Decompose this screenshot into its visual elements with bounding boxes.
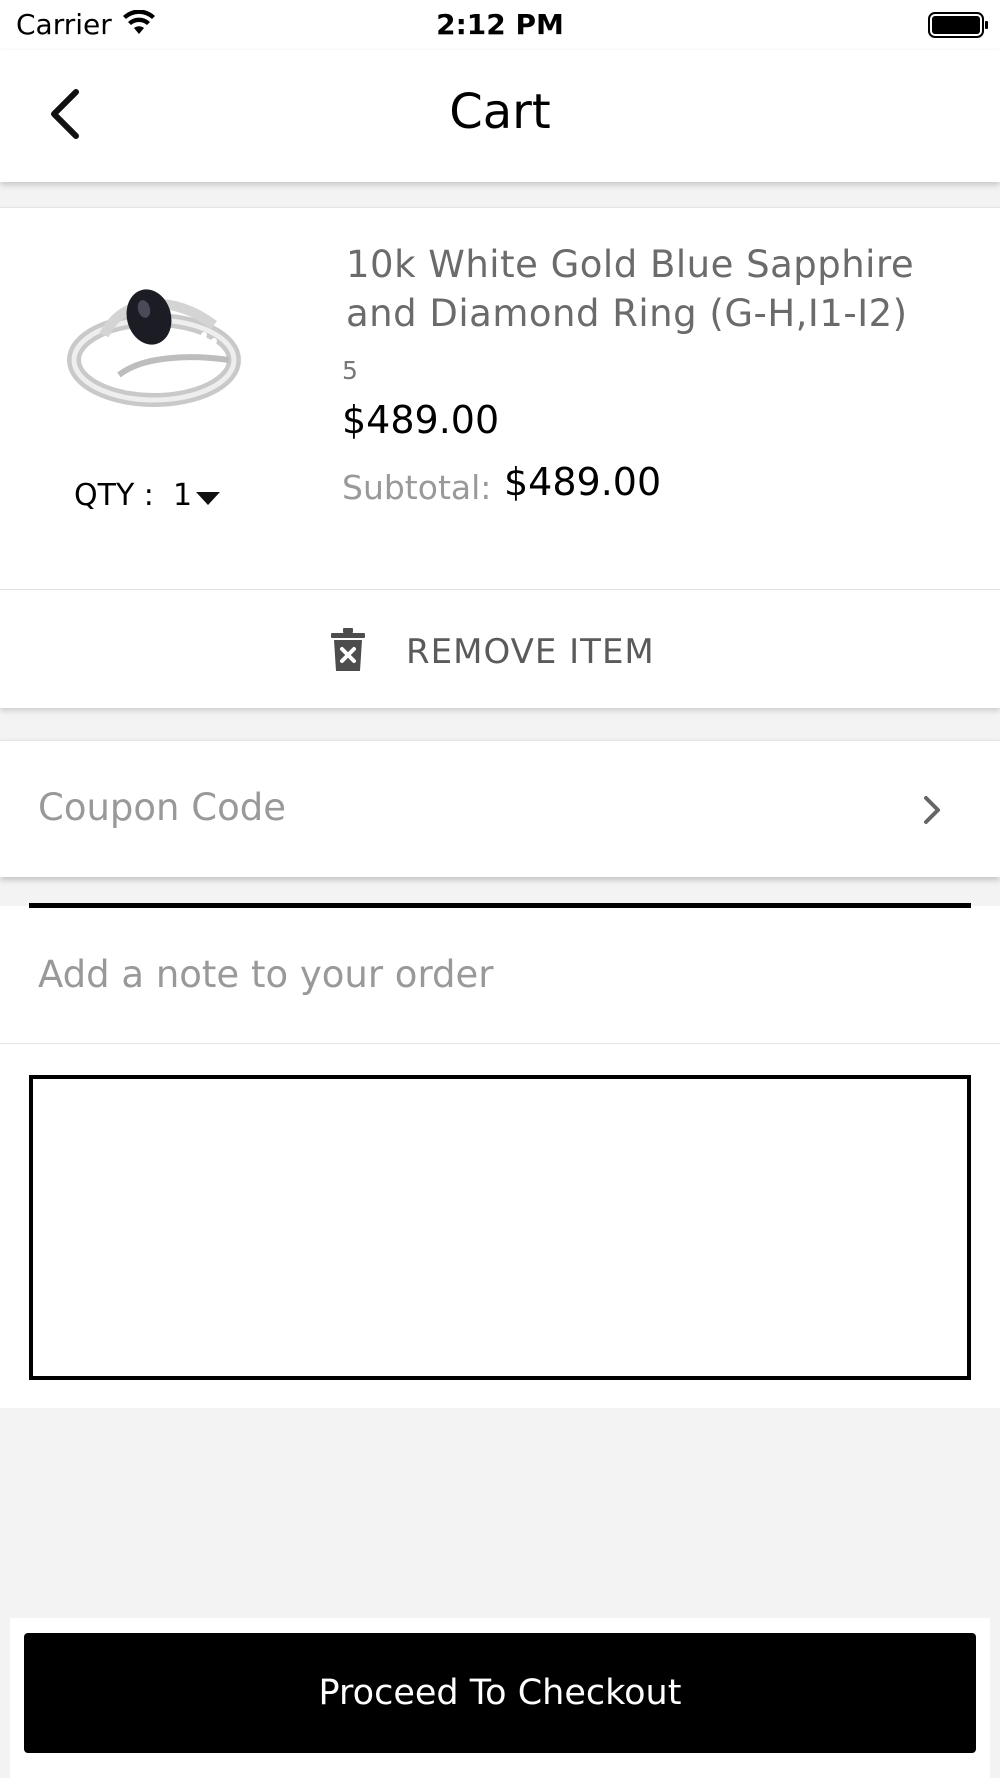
trash-icon <box>331 628 365 671</box>
product-price: $489.00 <box>342 398 500 442</box>
ring-product-image <box>67 289 241 407</box>
quantity-selector[interactable]: QTY : 1 <box>74 478 192 513</box>
divider <box>29 903 971 908</box>
coupon-code-label[interactable]: Coupon Code <box>38 786 286 829</box>
divider <box>0 1043 1000 1044</box>
caret-down-icon[interactable] <box>196 492 220 505</box>
remove-item-label[interactable]: REMOVE ITEM <box>406 632 655 672</box>
order-note-input[interactable] <box>29 1075 971 1380</box>
product-name: 10k White Gold Blue Sapphire and Diamond… <box>346 243 915 335</box>
page-title: Cart <box>449 84 551 140</box>
chevron-right-icon[interactable] <box>920 794 944 826</box>
status-time: 2:12 PM <box>436 8 564 41</box>
subtotal-label: Subtotal: <box>342 468 492 507</box>
proceed-to-checkout-button[interactable]: Proceed To Checkout <box>24 1633 976 1753</box>
battery-icon <box>928 12 988 38</box>
subtotal-value: $489.00 <box>504 460 662 504</box>
product-variant: 5 <box>342 356 358 385</box>
order-note-label: Add a note to your order <box>38 953 494 996</box>
